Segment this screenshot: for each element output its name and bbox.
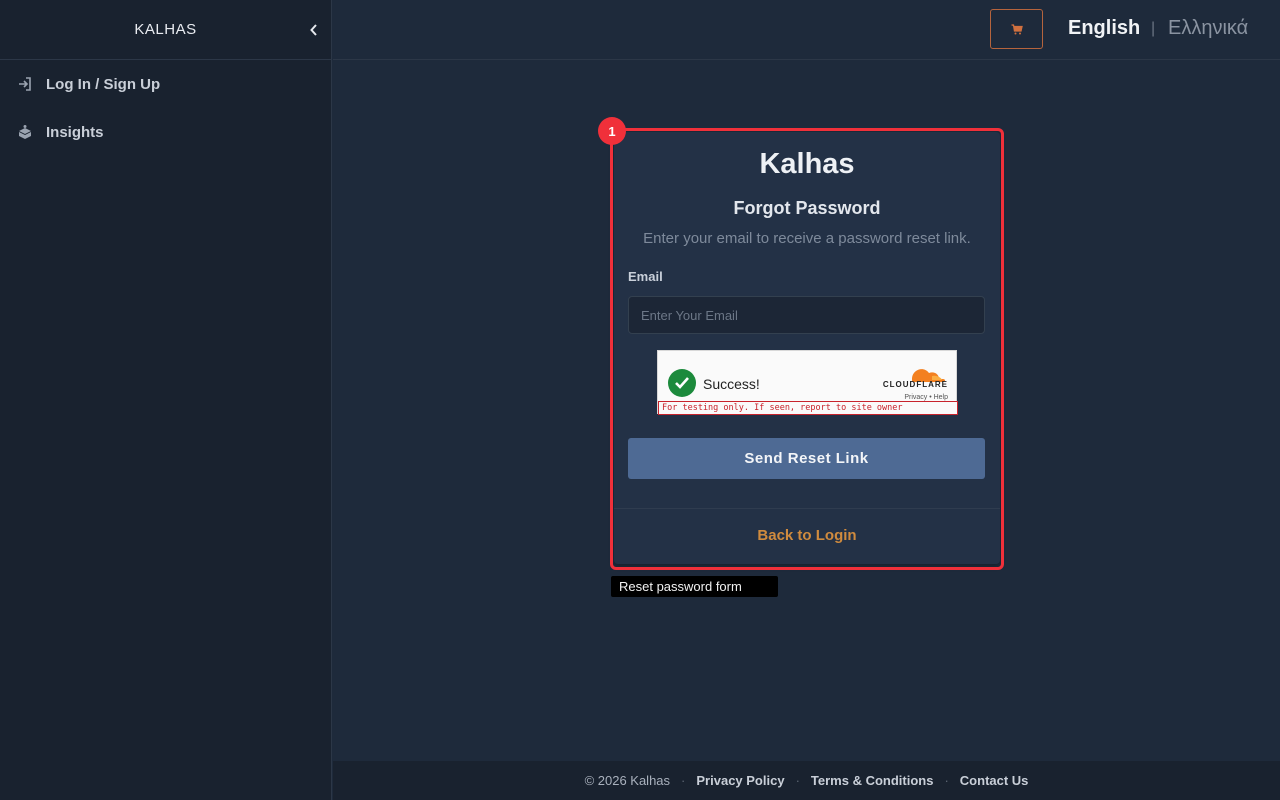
chevron-left-icon (310, 24, 317, 36)
footer-separator: · (944, 773, 949, 788)
card-subtitle: Forgot Password (733, 198, 881, 218)
contact-us-link[interactable]: Contact Us (960, 773, 1029, 788)
sidebar-item-login[interactable]: Log In / Sign Up (0, 60, 331, 108)
send-reset-link-button[interactable]: Send Reset Link (628, 438, 985, 479)
sidebar-item-insights[interactable]: Insights (0, 108, 331, 156)
card-description: Enter your email to receive a password r… (643, 230, 971, 247)
footer-copyright: © 2026 Kalhas (584, 773, 671, 788)
captcha-provider: CLOUDFLARE (882, 380, 948, 389)
email-input[interactable] (628, 296, 985, 334)
sidebar-item-label: Insights (46, 123, 104, 141)
captcha-links[interactable]: Privacy • Help (904, 394, 948, 401)
sidebar-item-label: Log In / Sign Up (46, 75, 161, 93)
language-greek[interactable]: Ελληνικά (1168, 17, 1248, 40)
card-title: Kalhas (759, 148, 855, 180)
login-icon (17, 76, 33, 92)
annotation-tooltip: Reset password form (611, 576, 778, 597)
sidebar: KALHAS Log In / Sign Up Insights (0, 0, 332, 800)
brand-name: KALHAS (134, 21, 197, 38)
captcha-widget[interactable]: Success! CLOUDFLARE Privacy • Help For t… (657, 350, 958, 415)
insights-icon (17, 124, 33, 140)
cart-icon (1011, 23, 1023, 34)
cart-button[interactable] (990, 9, 1043, 49)
privacy-policy-link[interactable]: Privacy Policy (696, 773, 784, 788)
top-bar: English | Ελληνικά (333, 0, 1280, 60)
sidebar-header: KALHAS (0, 0, 331, 60)
footer-separator: · (795, 773, 800, 788)
language-english[interactable]: English (1068, 17, 1140, 40)
check-icon (668, 369, 696, 397)
collapse-sidebar-button[interactable] (305, 20, 323, 40)
captcha-warning: For testing only. If seen, report to sit… (658, 401, 958, 415)
reset-password-card: Kalhas Forgot Password Enter your email … (614, 132, 1000, 564)
terms-link[interactable]: Terms & Conditions (811, 773, 934, 788)
footer-separator: · (681, 773, 686, 788)
footer: © 2026 Kalhas · Privacy Policy · Terms &… (333, 761, 1280, 800)
annotation-badge: 1 (598, 117, 626, 145)
captcha-status: Success! (703, 376, 760, 392)
back-to-login-link[interactable]: Back to Login (614, 527, 1000, 544)
email-label: Email (628, 269, 663, 284)
language-separator: | (1151, 20, 1156, 37)
card-divider (614, 508, 1000, 509)
